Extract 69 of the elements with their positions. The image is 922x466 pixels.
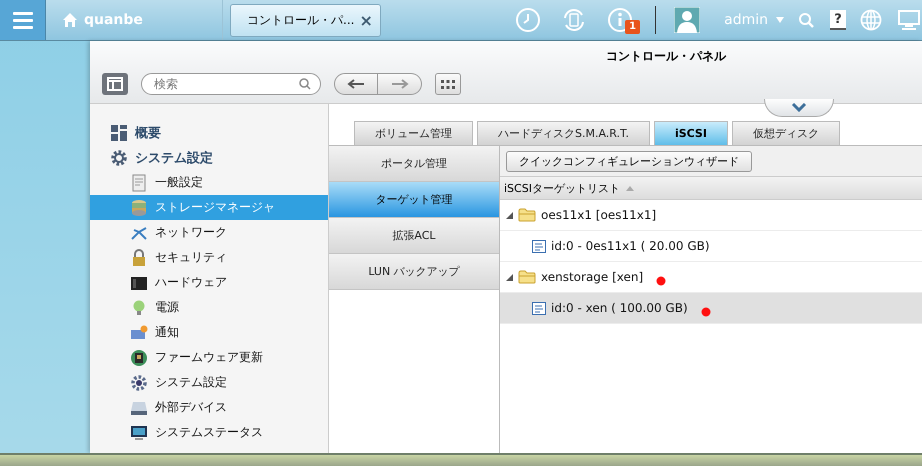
sidebar-item[interactable]: システムステータス: [90, 420, 328, 445]
left-arrow-icon: [347, 79, 365, 89]
tree-row[interactable]: oes11x1 [oes11x1]: [500, 200, 922, 231]
host-name: quanbe: [84, 12, 143, 28]
subnav-item[interactable]: 拡張ACL: [329, 218, 499, 254]
help-button[interactable]: ?: [830, 10, 846, 30]
task-tab[interactable]: コントロール・パ... ×: [230, 4, 381, 36]
sidebar-item[interactable]: 通知: [90, 320, 328, 345]
sidebar-item[interactable]: システム設定: [90, 370, 328, 395]
search-icon: [299, 78, 311, 90]
sidebar-item[interactable]: セキュリティ: [90, 245, 328, 270]
folder-icon: [518, 208, 536, 222]
back-button[interactable]: [334, 73, 378, 95]
sidebar-item[interactable]: 概要: [90, 120, 328, 145]
window-title: コントロール・パネル: [605, 48, 728, 65]
wizard-button[interactable]: クイックコンフィギュレーションウィザード: [506, 150, 752, 172]
info-icon[interactable]: [607, 7, 634, 33]
menu-button[interactable]: [0, 0, 46, 40]
storage-stack-icon: [130, 198, 148, 216]
sidebar-item[interactable]: ネットワーク: [90, 220, 328, 245]
tab[interactable]: ハードディスクS.M.A.R.T.: [477, 121, 650, 145]
home-icon[interactable]: [62, 12, 78, 28]
panel-icon: [107, 77, 123, 91]
tab[interactable]: iSCSI: [654, 121, 728, 145]
notification-icon: [130, 324, 148, 342]
lun-icon: [532, 240, 546, 252]
collapse-handle[interactable]: [764, 99, 834, 117]
lun-icon: [532, 302, 546, 314]
padlock-icon: [130, 248, 148, 266]
menu-icon: [12, 11, 34, 29]
gear-icon: [110, 148, 128, 166]
avatar-icon[interactable]: [674, 7, 700, 33]
sidebar-item[interactable]: 電源: [90, 295, 328, 320]
apps-button[interactable]: [435, 73, 461, 95]
panel-toggle-button[interactable]: [102, 73, 128, 95]
globe-icon[interactable]: [860, 9, 882, 31]
sidebar-item[interactable]: システム設定: [90, 145, 328, 170]
subnav-item[interactable]: LUN バックアップ: [329, 254, 499, 290]
monitor-icon: [130, 424, 148, 442]
monitor-icon[interactable]: [898, 10, 920, 30]
expanded-triangle-icon[interactable]: [506, 212, 513, 218]
search-field[interactable]: 検索: [141, 73, 321, 95]
tab[interactable]: ボリューム管理: [354, 121, 473, 145]
firmware-icon: [130, 348, 148, 366]
subnav-item[interactable]: ポータル管理: [329, 146, 499, 182]
task-tab-label: コントロール・パ...: [247, 12, 354, 28]
close-button[interactable]: ×: [359, 10, 373, 30]
caret-icon[interactable]: [776, 17, 784, 23]
dots-grid-icon: [441, 80, 455, 88]
subnav-item[interactable]: ターゲット管理: [329, 182, 499, 218]
tree-row[interactable]: id:0 - 0es11x1 ( 20.00 GB): [500, 231, 922, 262]
notification-badge: 1: [625, 20, 640, 34]
tab[interactable]: 仮想ディスク: [732, 121, 840, 145]
document-icon: [130, 174, 148, 192]
chevron-down-icon: [791, 103, 807, 112]
sidebar-item[interactable]: ファームウェア更新: [90, 345, 328, 370]
expanded-triangle-icon[interactable]: [506, 274, 513, 280]
tree-row[interactable]: id:0 - xen ( 100.00 GB): [500, 293, 922, 324]
clock-icon[interactable]: [515, 7, 542, 33]
sidebar-item[interactable]: 外部デバイス: [90, 395, 328, 420]
sort-up-icon: [626, 186, 634, 190]
folder-icon: [518, 270, 536, 284]
sidebar-item[interactable]: ハードウェア: [90, 270, 328, 295]
right-arrow-icon: [390, 79, 408, 89]
search-icon[interactable]: [798, 12, 814, 28]
gear-icon: [130, 374, 148, 392]
sidebar-item[interactable]: 一般設定: [90, 170, 328, 195]
dashboard-icon: [110, 124, 128, 142]
column-header[interactable]: iSCSIターゲットリスト: [500, 176, 922, 200]
